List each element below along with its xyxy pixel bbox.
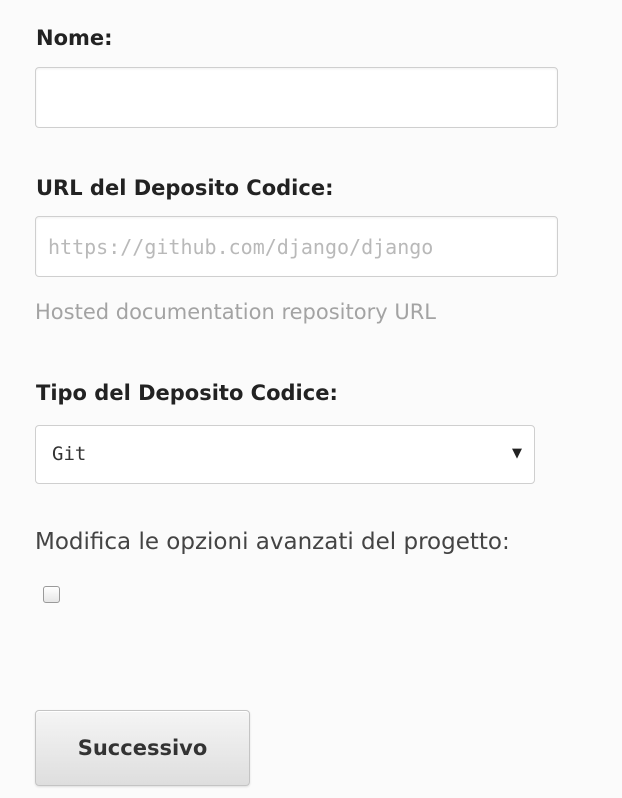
repo-url-help-text: Hosted documentation repository URL: [35, 300, 436, 324]
repo-url-label: URL del Deposito Codice:: [36, 176, 334, 200]
next-button[interactable]: Successivo: [35, 710, 250, 786]
name-label: Nome:: [36, 26, 113, 50]
import-project-form: Nome: URL del Deposito Codice: Hosted do…: [0, 0, 622, 798]
repo-type-selected-value: Git: [52, 443, 87, 465]
advanced-options-checkbox[interactable]: [43, 586, 60, 603]
advanced-options-label: Modifica le opzioni avanzati del progett…: [35, 529, 510, 555]
name-input[interactable]: [35, 67, 558, 128]
repo-type-label: Tipo del Deposito Codice:: [36, 381, 338, 405]
repo-url-input[interactable]: [35, 216, 558, 277]
repo-type-select[interactable]: Git ▼: [35, 425, 535, 484]
triangle-down-icon: ▼: [512, 446, 522, 461]
